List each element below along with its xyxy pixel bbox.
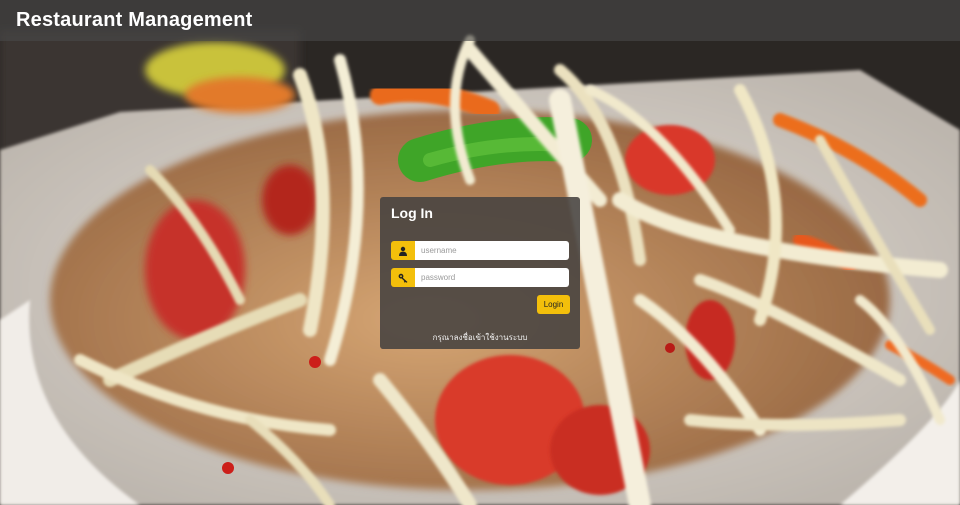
- password-input[interactable]: [415, 268, 569, 287]
- top-navbar: Restaurant Management: [0, 0, 960, 41]
- login-heading: Log In: [391, 205, 433, 221]
- username-field: [391, 241, 569, 260]
- login-button[interactable]: Login: [537, 295, 570, 314]
- login-card: Log In Login กรุณาลงชื่อเข้าใช้งานระบบ: [380, 197, 580, 349]
- key-icon: [391, 268, 415, 287]
- app-title[interactable]: Restaurant Management: [16, 9, 252, 32]
- username-input[interactable]: [415, 241, 569, 260]
- password-field: [391, 268, 569, 287]
- login-hint-text: กรุณาลงชื่อเข้าใช้งานระบบ: [432, 333, 528, 342]
- user-icon: [391, 241, 415, 260]
